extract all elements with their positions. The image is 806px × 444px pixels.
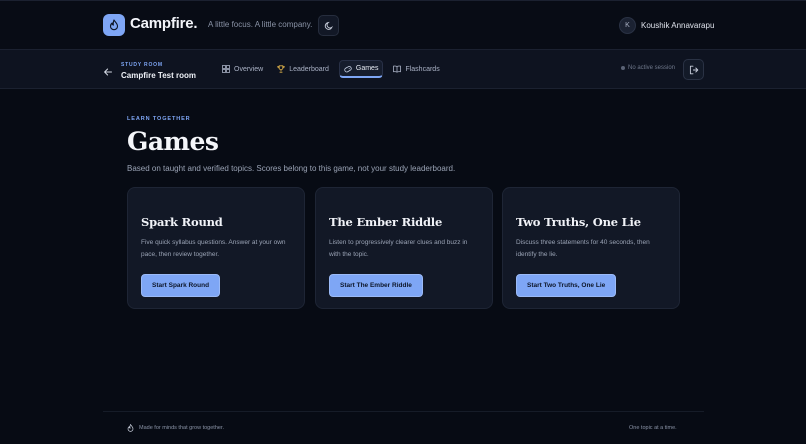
- game-description: Listen to progressively clearer clues an…: [329, 239, 468, 258]
- flame-icon: [127, 424, 134, 432]
- room-tabs: Overview Leaderboard Games Flashcards: [218, 60, 450, 78]
- user-name[interactable]: Koushik Annavarapu: [641, 21, 714, 30]
- game-card-two-truths: Two Truths, One Lie Discuss three statem…: [502, 187, 680, 309]
- game-title: Spark Round: [141, 215, 223, 229]
- section-eyebrow: LEARN TOGETHER: [127, 116, 191, 122]
- tab-label: Flashcards: [405, 65, 440, 73]
- room-name: Campfire Test room: [121, 71, 196, 80]
- game-card-spark-round: Spark Round Five quick syllabus question…: [127, 187, 305, 309]
- room-eyebrow: STUDY ROOM: [121, 62, 163, 68]
- gamepad-icon: [344, 65, 352, 72]
- logout-icon: [689, 65, 698, 74]
- tab-label: Overview: [234, 65, 264, 73]
- user-menu[interactable]: K Koushik Annavarapu: [619, 17, 714, 34]
- session-status: No active session: [621, 65, 675, 71]
- start-ember-riddle-button[interactable]: Start The Ember Riddle: [329, 274, 423, 297]
- game-description: Five quick syllabus questions. Answer at…: [141, 239, 286, 258]
- footer-tagline: Made for minds that grow together.: [127, 424, 224, 432]
- status-dot-icon: [621, 66, 625, 70]
- page-title: Games: [127, 127, 219, 156]
- tab-overview[interactable]: Overview: [218, 60, 267, 78]
- tab-games[interactable]: Games: [338, 60, 384, 78]
- avatar[interactable]: K: [619, 17, 636, 34]
- game-description: Discuss three statements for 40 seconds,…: [516, 239, 650, 258]
- book-icon: [393, 65, 402, 73]
- moon-icon: [324, 21, 333, 30]
- leave-room-button[interactable]: [683, 59, 704, 80]
- grid-icon: [222, 65, 230, 73]
- top-navbar: Campfire. A little focus. A little compa…: [0, 0, 806, 50]
- tagline: A little focus. A little company.: [208, 20, 313, 29]
- session-status-text: No active session: [628, 65, 676, 71]
- tab-leaderboard[interactable]: Leaderboard: [273, 60, 333, 78]
- start-two-truths-button[interactable]: Start Two Truths, One Lie: [516, 274, 617, 297]
- tab-flashcards[interactable]: Flashcards: [389, 60, 443, 78]
- back-button[interactable]: [103, 64, 113, 76]
- theme-toggle-button[interactable]: [318, 15, 339, 36]
- footer-left-text: Made for minds that grow together.: [139, 425, 224, 431]
- tab-label: Leaderboard: [289, 65, 329, 73]
- arrow-left-icon: [104, 68, 112, 76]
- trophy-icon: [277, 65, 285, 73]
- game-title: The Ember Riddle: [329, 215, 443, 229]
- game-card-ember-riddle: The Ember Riddle Listen to progressively…: [315, 187, 493, 309]
- footer-right-text: One topic at a time.: [629, 425, 677, 431]
- page-description: Based on taught and verified topics. Sco…: [127, 164, 456, 173]
- start-spark-round-button[interactable]: Start Spark Round: [141, 274, 221, 297]
- brand-name[interactable]: Campfire.: [130, 15, 198, 32]
- tab-label: Games: [355, 65, 379, 72]
- game-title: Two Truths, One Lie: [516, 215, 641, 229]
- footer-divider: [103, 411, 704, 412]
- campfire-logo-icon[interactable]: [103, 14, 125, 36]
